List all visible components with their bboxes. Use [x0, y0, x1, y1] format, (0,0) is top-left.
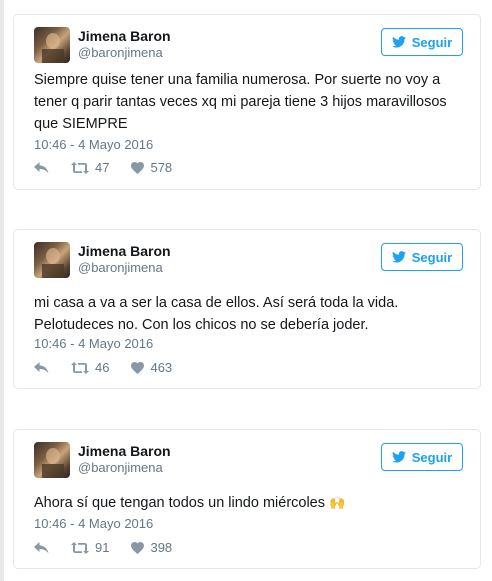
like-count: 398: [150, 540, 173, 555]
like-button[interactable]: 398: [131, 540, 172, 555]
twitter-bird-icon: [391, 36, 406, 48]
follow-label: Seguir: [411, 449, 453, 465]
heart-icon: [131, 161, 145, 174]
retweet-button[interactable]: 46: [71, 360, 109, 375]
avatar[interactable]: [34, 242, 70, 278]
like-button[interactable]: 578: [131, 160, 172, 175]
tweet-card: Jimena Baron @baronjimena Seguir mi casa…: [13, 229, 481, 389]
reply-icon: [34, 541, 49, 553]
author-handle[interactable]: @baronjimena: [78, 260, 163, 275]
retweet-count: 46: [95, 360, 110, 375]
author-name[interactable]: Jimena Baron: [78, 243, 171, 259]
twitter-bird-icon: [391, 451, 406, 463]
like-count: 578: [150, 160, 173, 175]
follow-label: Seguir: [411, 34, 453, 50]
reply-icon: [34, 161, 49, 173]
tweet-actions: 47 578: [34, 160, 194, 175]
raised-hands-emoji: 🙌: [329, 495, 346, 510]
tweet-card: Jimena Baron @baronjimena Seguir Siempre…: [13, 14, 481, 190]
follow-button[interactable]: Seguir: [381, 28, 463, 56]
tweet-text-body: Ahora sí que tengan todos un lindo miérc…: [34, 495, 325, 511]
reply-icon: [34, 361, 49, 373]
avatar[interactable]: [34, 442, 70, 478]
author-handle[interactable]: @baronjimena: [78, 45, 163, 60]
reply-button[interactable]: [34, 361, 49, 374]
reply-button[interactable]: [34, 541, 49, 554]
tweet-actions: 46 463: [34, 360, 194, 375]
tweet-text: Ahora sí que tengan todos un lindo miérc…: [34, 492, 456, 514]
retweet-icon: [71, 361, 89, 374]
follow-button[interactable]: Seguir: [381, 243, 463, 271]
retweet-icon: [71, 161, 89, 174]
tweet-actions: 91 398: [34, 540, 194, 555]
author-name[interactable]: Jimena Baron: [78, 28, 171, 44]
retweet-count: 91: [95, 540, 110, 555]
tweet-timestamp[interactable]: 10:46 - 4 Mayo 2016: [34, 336, 153, 351]
retweet-button[interactable]: 47: [71, 160, 109, 175]
reply-button[interactable]: [34, 161, 49, 174]
follow-label: Seguir: [411, 249, 453, 265]
tweet-timestamp[interactable]: 10:46 - 4 Mayo 2016: [34, 137, 153, 152]
tweet-card: Jimena Baron @baronjimena Seguir Ahora s…: [13, 429, 481, 569]
author-handle[interactable]: @baronjimena: [78, 460, 163, 475]
like-count: 463: [150, 360, 173, 375]
retweet-count: 47: [95, 160, 110, 175]
page-left-rail: [0, 0, 4, 581]
retweet-button[interactable]: 91: [71, 540, 109, 555]
tweet-timestamp[interactable]: 10:46 - 4 Mayo 2016: [34, 516, 153, 531]
heart-icon: [131, 541, 145, 554]
like-button[interactable]: 463: [131, 360, 172, 375]
author-name[interactable]: Jimena Baron: [78, 443, 171, 459]
twitter-bird-icon: [391, 251, 406, 263]
tweet-text: Siempre quise tener una familia numerosa…: [34, 72, 447, 132]
heart-icon: [131, 361, 145, 374]
follow-button[interactable]: Seguir: [381, 443, 463, 471]
avatar[interactable]: [34, 27, 70, 63]
retweet-icon: [71, 541, 89, 554]
tweet-text: mi casa a va a ser la casa de ellos. Así…: [34, 295, 399, 333]
